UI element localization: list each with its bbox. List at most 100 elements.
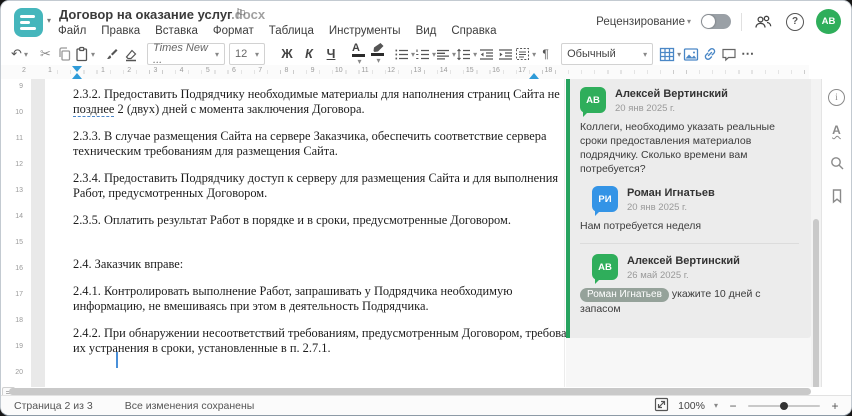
tracked-word: позднее	[73, 102, 115, 117]
bold-button[interactable]: Ж	[276, 44, 298, 65]
divider	[741, 12, 742, 31]
document-page[interactable]: 2.3.2. Предоставить Подрядчику необходим…	[45, 79, 612, 387]
menu-item[interactable]: Вид	[416, 25, 437, 37]
more-tools-button[interactable]: ⋯	[738, 44, 757, 65]
ruler-number: 2	[22, 67, 26, 74]
ruler-number: 16	[15, 265, 23, 272]
logo-caret-icon[interactable]: ▾	[47, 16, 51, 25]
ruler-number: 18	[544, 67, 553, 74]
format-painter-icon[interactable]	[102, 44, 121, 65]
comment-date: 20 янв 2025 г.	[627, 202, 688, 213]
app-logo-icon[interactable]	[14, 8, 43, 37]
ruler-number: 6	[232, 67, 236, 74]
comment-meta: Алексей Вертинский 26 май 2025 г.	[627, 254, 740, 281]
vertical-scrollbar-thumb[interactable]	[813, 219, 819, 387]
comment-header: АВ Алексей Вертинский 20 янв 2025 г.	[580, 87, 799, 117]
ruler-number: 15	[465, 67, 474, 74]
page-indicator[interactable]: Страница 2 из 3	[14, 400, 93, 412]
insert-image-button[interactable]	[681, 44, 700, 65]
paragraph-settings-button[interactable]	[515, 44, 536, 65]
vertical-ruler[interactable]: 9 10 11 12 13 14 15 16 17 18 19 20	[1, 79, 31, 387]
insert-comment-button[interactable]	[719, 44, 738, 65]
ruler-number: 11	[361, 67, 369, 74]
vertical-scrollbar[interactable]	[811, 79, 821, 387]
collaboration-users-icon[interactable]	[752, 11, 774, 33]
save-status: Все изменения сохранены	[124, 399, 255, 412]
cut-button[interactable]: ✂	[36, 44, 55, 65]
increase-indent-button[interactable]	[496, 44, 515, 65]
spellcheck-icon[interactable]: А	[827, 120, 847, 140]
mention-pill[interactable]: Роман Игнатьев	[580, 288, 669, 302]
line-spacing-button[interactable]	[456, 44, 477, 65]
paragraph: 2.3.2. Предоставить Подрядчику необходим…	[73, 87, 560, 117]
comment[interactable]: АВ Алексей Вертинский 26 май 2025 г. Роман …	[580, 254, 799, 316]
font-size-select[interactable]: 12 ▾	[229, 43, 266, 65]
italic-button[interactable]: К	[298, 44, 320, 65]
menu-item[interactable]: Справка	[451, 25, 496, 37]
comment-text: Нам потребуется неделя	[580, 220, 702, 232]
decrease-indent-button[interactable]	[477, 44, 496, 65]
comment-thread[interactable]: АВ Алексей Вертинский 20 янв 2025 г. Коллег…	[566, 79, 811, 338]
horizontal-scrollbar-thumb[interactable]	[9, 388, 811, 395]
comment[interactable]: АВ Алексей Вертинский 20 янв 2025 г. Коллег…	[580, 87, 799, 176]
help-icon[interactable]: ?	[784, 11, 806, 33]
undo-button[interactable]: ↶	[10, 44, 29, 65]
horizontal-ruler[interactable]: 2 1 1 2 3 4 5 6 7 8 9 10 11 12 13 14 15 16 17 18	[1, 65, 809, 80]
first-line-indent-marker[interactable]	[72, 66, 82, 72]
copy-button[interactable]	[55, 44, 74, 65]
text-line: 2.4.2. При обнаружении несоответствий тр…	[73, 326, 578, 340]
comment-avatar: РИ	[592, 186, 618, 216]
zoom-level[interactable]: 100%	[678, 400, 705, 412]
review-mode-dropdown[interactable]: Рецензирование	[596, 16, 691, 28]
bullet-list-button[interactable]	[394, 44, 415, 65]
highlight-color-button[interactable]	[368, 42, 387, 65]
insert-table-button[interactable]	[659, 44, 681, 65]
menu-item[interactable]: Файл	[58, 25, 86, 37]
comment-text: Коллеги, необходимо указать реальные сро…	[580, 121, 775, 175]
text-line: информацию, не вмешиваясь при этом в дея…	[73, 299, 429, 313]
comment-author: Алексей Вертинский	[627, 255, 740, 267]
zoom-out-button[interactable]: −	[727, 399, 739, 413]
ruler-number: 18	[15, 317, 23, 324]
zoom-in-button[interactable]: +	[829, 399, 841, 413]
comment-author: Алексей Вертинский	[615, 88, 728, 100]
menu-item[interactable]: Инструменты	[329, 25, 401, 37]
paste-button[interactable]	[74, 44, 95, 65]
menu-item[interactable]: Формат	[213, 25, 254, 37]
insert-link-button[interactable]	[700, 44, 719, 65]
ruler-number: 1	[48, 67, 52, 74]
ruler-number: 9	[19, 83, 23, 90]
flag-icon[interactable]: ⚐	[235, 6, 247, 22]
paragraph: 2.3.4. Предоставить Подрядчику доступ к …	[73, 171, 558, 201]
numbered-list-button[interactable]	[415, 44, 436, 65]
comment-author: Роман Игнатьев	[627, 187, 715, 199]
clear-style-icon[interactable]	[121, 44, 140, 65]
menu-item[interactable]: Правка	[101, 25, 140, 37]
zoom-slider-thumb[interactable]	[779, 401, 788, 410]
ruler-number: 5	[205, 67, 210, 74]
paragraph-style-select[interactable]: Обычный ▾	[561, 43, 654, 65]
underline-button[interactable]: Ч	[320, 44, 342, 65]
comment-avatar: АВ	[580, 87, 606, 117]
font-color-button[interactable]: А	[349, 42, 368, 65]
menu-item[interactable]: Вставка	[155, 25, 198, 37]
font-name-select[interactable]: Times New ... ▾	[147, 42, 226, 66]
review-toggle[interactable]	[701, 14, 731, 29]
nonprinting-chars-button[interactable]: ¶	[536, 44, 555, 65]
zoom-slider[interactable]	[748, 401, 820, 410]
comment[interactable]: РИ Роман Игнатьев 20 янв 2025 г. Нам потреб…	[580, 186, 799, 233]
search-icon[interactable]	[827, 153, 847, 173]
toolbar: ↶ ✂ Times New ...▾ 12▾ Ж К Ч А	[1, 42, 851, 66]
status-bar: Страница 2 из 3 Все изменения сохранены …	[1, 395, 851, 415]
comment-date: 20 янв 2025 г.	[615, 103, 676, 114]
document-text[interactable]: 2.3.2. Предоставить Подрядчику необходим…	[73, 87, 578, 368]
info-icon[interactable]: i	[827, 87, 847, 107]
fit-page-icon[interactable]	[654, 397, 669, 415]
align-button[interactable]	[436, 44, 456, 65]
ruler-number: 19	[15, 343, 23, 350]
zoom-caret-icon[interactable]: ▾	[714, 401, 718, 410]
user-avatar[interactable]: АВ	[816, 9, 841, 34]
editor-area: 2.3.2. Предоставить Подрядчику необходим…	[1, 79, 851, 387]
bookmark-icon[interactable]	[827, 186, 847, 206]
menu-item[interactable]: Таблица	[269, 25, 314, 37]
